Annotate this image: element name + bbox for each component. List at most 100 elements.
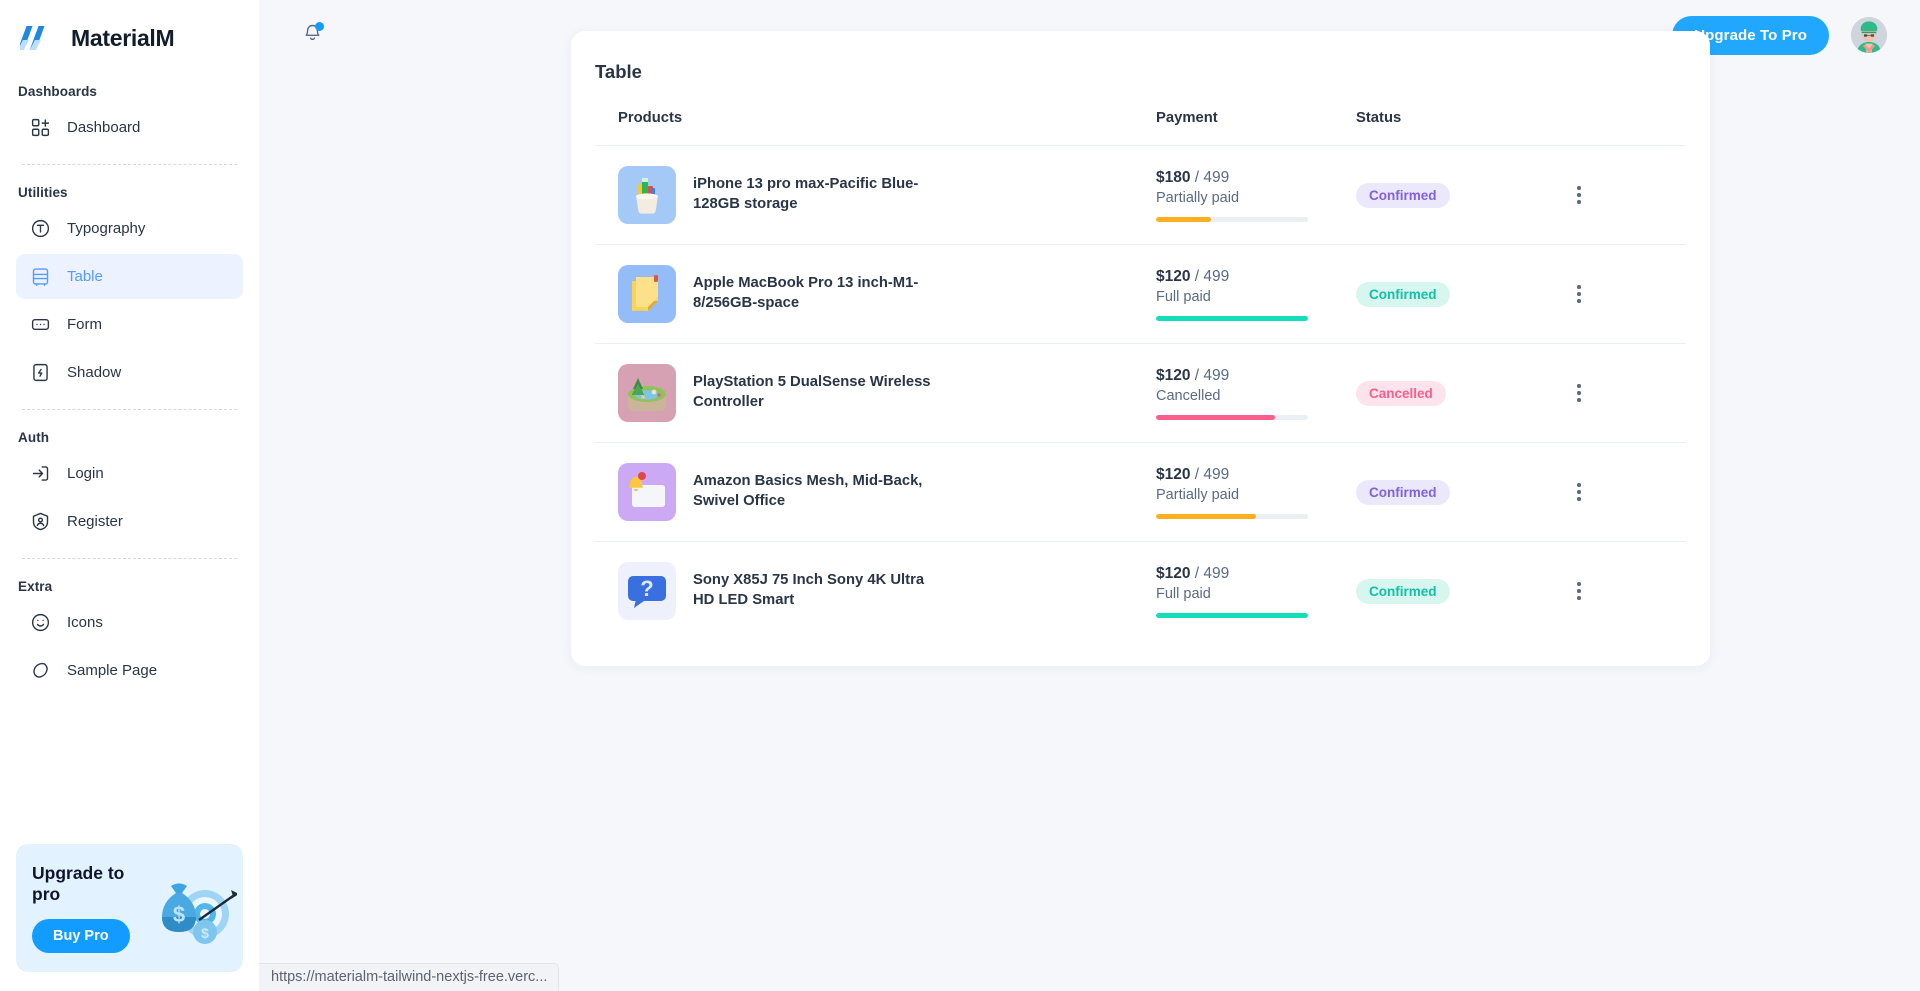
sidebar-item-sample-page[interactable]: Sample Page [16, 648, 243, 693]
materialm-logo-icon [17, 23, 58, 53]
column-header-actions [1566, 110, 1686, 146]
sample-page-icon [30, 660, 51, 681]
money-bag-target-icon: $ $ [133, 862, 239, 952]
sidebar-item-label: Register [67, 513, 123, 530]
app-root: MaterialM Dashboards Dashboard Utilities… [0, 0, 1920, 991]
sidebar-item-label: Table [67, 268, 103, 285]
cell-payment: $120 / 499 Full paid [1156, 245, 1356, 344]
svg-text:$: $ [201, 925, 209, 941]
brand[interactable]: MaterialM [0, 0, 259, 76]
table-row[interactable]: ? Sony X85J 75 Inch Sony 4K Ultra HD LED… [595, 542, 1686, 641]
payment-total: / 499 [1194, 267, 1230, 285]
payment-total: / 499 [1194, 564, 1230, 582]
payment-status-text: Partially paid [1156, 189, 1240, 206]
payment-progress-bar [1156, 612, 1308, 618]
cell-product: Amazon Basics Mesh, Mid-Back, Swivel Off… [595, 443, 1156, 542]
smiley-icon [30, 612, 51, 633]
nav-caption-auth: Auth [18, 430, 50, 445]
payment-paid: $120 [1156, 366, 1191, 384]
sidebar-item-table[interactable]: Table [16, 254, 243, 299]
payment-amount: $120 / 499 [1156, 466, 1356, 484]
sidebar-item-dashboard[interactable]: Dashboard [16, 105, 243, 150]
sidebar-item-shadow[interactable]: Shadow [16, 350, 243, 395]
shadow-icon [30, 362, 51, 383]
notification-card-icon [618, 463, 676, 521]
sidebar-item-label: Shadow [67, 364, 122, 381]
notification-button[interactable] [295, 18, 329, 52]
payment-progress-bar [1156, 513, 1308, 519]
payment-total: / 499 [1194, 168, 1230, 186]
payment-total: / 499 [1194, 366, 1230, 384]
main-area: Upgrade To Pro Table Products Payment St… [259, 0, 1920, 991]
sidebar-divider [22, 558, 237, 559]
kebab-menu-icon[interactable] [1566, 281, 1592, 307]
payment-status-text: Partially paid [1156, 486, 1240, 503]
login-icon [30, 463, 51, 484]
payment-progress-bar [1156, 216, 1308, 222]
sidebar-nav: Dashboards Dashboard Utilities Typograph… [0, 76, 259, 693]
product-name: iPhone 13 pro max-Pacific Blue-128GB sto… [693, 176, 919, 212]
sidebar-item-form[interactable]: Form [16, 302, 243, 347]
cell-actions [1566, 542, 1686, 641]
cell-actions [1566, 443, 1686, 542]
buy-pro-button[interactable]: Buy Pro [32, 918, 130, 953]
payment-paid: $180 [1156, 168, 1191, 186]
question-bubble-icon: ? [618, 562, 676, 620]
browser-status-bar: https://materialm-tailwind-nextjs-free.v… [259, 963, 560, 991]
table-body: iPhone 13 pro max-Pacific Blue-128GB sto… [595, 146, 1686, 641]
kebab-menu-icon[interactable] [1566, 578, 1592, 604]
user-avatar[interactable] [1851, 17, 1887, 53]
sidebar-item-register[interactable]: Register [16, 499, 243, 544]
nav-caption-dashboards: Dashboards [18, 84, 98, 99]
cell-status: Cancelled [1356, 344, 1566, 443]
product-name: Sony X85J 75 Inch Sony 4K Ultra HD LED S… [693, 572, 925, 608]
table-header-row: Products Payment Status [595, 110, 1686, 146]
cell-actions [1566, 245, 1686, 344]
status-badge: Confirmed [1356, 281, 1450, 307]
cell-payment: $180 / 499 Partially paid [1156, 146, 1356, 245]
sidebar-item-typography[interactable]: Typography [16, 206, 243, 251]
table-row[interactable]: Amazon Basics Mesh, Mid-Back, Swivel Off… [595, 443, 1686, 542]
payment-total: / 499 [1194, 465, 1230, 483]
cell-product: PlayStation 5 DualSense Wireless Control… [595, 344, 1156, 443]
cell-payment: $120 / 499 Cancelled [1156, 344, 1356, 443]
table-row[interactable]: iPhone 13 pro max-Pacific Blue-128GB sto… [595, 146, 1686, 245]
payment-status-text: Cancelled [1156, 387, 1221, 404]
sidebar-divider [22, 409, 237, 410]
column-header-status: Status [1356, 110, 1402, 126]
sticky-note-icon [618, 265, 676, 323]
sidebar-item-label: Sample Page [67, 662, 158, 679]
register-icon [30, 511, 51, 532]
svg-text:$: $ [173, 902, 185, 927]
table-row[interactable]: PlayStation 5 DualSense Wireless Control… [595, 344, 1686, 443]
page-title: Table [595, 61, 642, 82]
product-name: PlayStation 5 DualSense Wireless Control… [693, 374, 931, 410]
kebab-menu-icon[interactable] [1566, 380, 1592, 406]
status-badge: Confirmed [1356, 182, 1450, 208]
table-card: Table Products Payment Status iPhone 13 … [571, 31, 1710, 666]
status-badge: Cancelled [1356, 380, 1446, 406]
sidebar-item-icons[interactable]: Icons [16, 600, 243, 645]
kebab-menu-icon[interactable] [1566, 182, 1592, 208]
payment-paid: $120 [1156, 267, 1191, 285]
table-row[interactable]: Apple MacBook Pro 13 inch-M1-8/256GB-spa… [595, 245, 1686, 344]
form-icon [30, 314, 51, 335]
product-name: Amazon Basics Mesh, Mid-Back, Swivel Off… [693, 473, 923, 509]
sidebar-item-label: Typography [67, 220, 146, 237]
payment-status-text: Full paid [1156, 288, 1211, 305]
cell-status: Confirmed [1356, 443, 1566, 542]
sidebar-item-label: Icons [67, 614, 103, 631]
cell-payment: $120 / 499 Full paid [1156, 542, 1356, 641]
payment-status-text: Full paid [1156, 585, 1211, 602]
status-badge: Confirmed [1356, 578, 1450, 604]
cell-product: ? Sony X85J 75 Inch Sony 4K Ultra HD LED… [595, 542, 1156, 641]
sidebar-item-label: Form [67, 316, 102, 333]
sidebar-item-label: Login [67, 465, 104, 482]
upgrade-card-title: Upgrade to pro [32, 863, 125, 905]
kebab-menu-icon[interactable] [1566, 479, 1592, 505]
sidebar-item-login[interactable]: Login [16, 451, 243, 496]
payment-paid: $120 [1156, 564, 1191, 582]
table-head: Products Payment Status [595, 110, 1686, 146]
table-icon [30, 266, 51, 287]
payment-progress-bar [1156, 315, 1308, 321]
